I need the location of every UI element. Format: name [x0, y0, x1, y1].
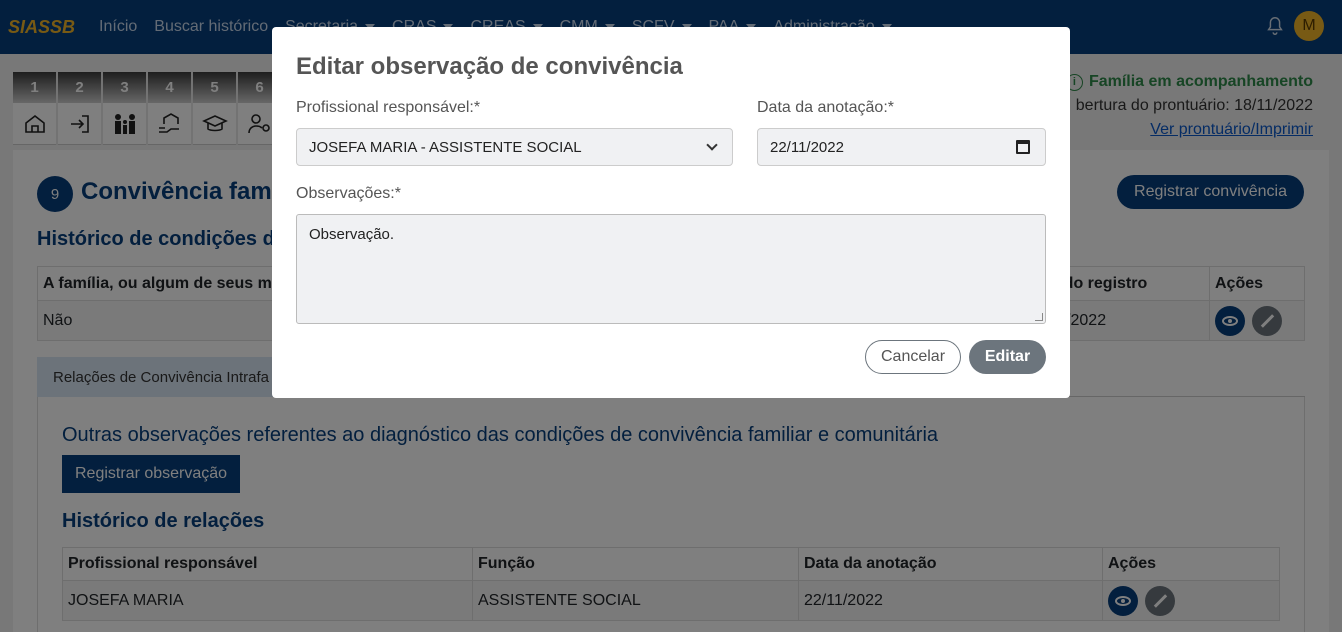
cancel-button[interactable]: Cancelar	[865, 340, 961, 374]
date-label: Data da anotação:*	[757, 99, 894, 116]
edit-button[interactable]: Editar	[969, 340, 1046, 374]
date-value: 22/11/2022	[770, 138, 844, 156]
calendar-icon[interactable]	[1016, 140, 1030, 154]
professional-label: Profissional responsável:*	[296, 99, 481, 116]
resize-handle-icon[interactable]	[1035, 313, 1043, 321]
professional-value: JOSEFA MARIA - ASSISTENTE SOCIAL	[309, 138, 582, 156]
professional-select[interactable]: JOSEFA MARIA - ASSISTENTE SOCIAL	[296, 128, 733, 166]
chevron-down-icon	[706, 139, 718, 151]
observations-value: Observação.	[309, 226, 395, 243]
observations-label: Observações:*	[296, 185, 401, 202]
date-input[interactable]: 22/11/2022	[757, 128, 1046, 166]
observations-textarea[interactable]: Observação.	[296, 214, 1046, 324]
edit-observation-modal: Editar observação de convivência Profiss…	[272, 27, 1070, 398]
modal-title: Editar observação de convivência	[296, 53, 683, 80]
